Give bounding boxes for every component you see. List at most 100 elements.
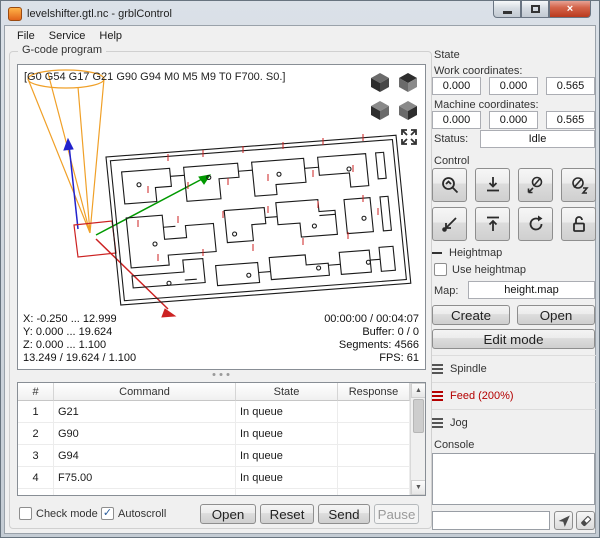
view-left-button[interactable] xyxy=(396,98,420,122)
dimensions: 13.249 / 19.624 / 1.100 xyxy=(23,352,136,365)
view-top-button[interactable] xyxy=(396,70,420,94)
zero-xy-button[interactable] xyxy=(518,168,553,202)
cube-top-icon xyxy=(397,71,419,93)
cell-command: G00 Z1.0000 xyxy=(54,489,236,496)
unlock-button[interactable] xyxy=(561,207,596,241)
zero-z-icon xyxy=(569,175,589,195)
autoscroll-checkbox[interactable]: ✓ xyxy=(101,507,114,520)
plunge-marks xyxy=(138,134,378,261)
view-front-button[interactable] xyxy=(368,98,392,122)
col-header-response[interactable]: Response xyxy=(338,383,410,401)
menu-help[interactable]: Help xyxy=(92,28,129,44)
cell-state: In queue xyxy=(236,467,338,488)
console-clear-button[interactable] xyxy=(576,511,595,530)
close-button[interactable]: × xyxy=(549,1,591,18)
machine-z-field: 0.565 xyxy=(546,111,595,129)
spindle-section-header[interactable]: Spindle xyxy=(432,359,596,379)
hamburger-icon xyxy=(432,391,443,401)
gcode-group-title: G-code program xyxy=(18,44,106,56)
table-row[interactable]: 4 F75.00 In queue xyxy=(18,467,425,489)
gcode-program-group: G-code program xyxy=(9,51,432,529)
reset-icon xyxy=(526,214,546,234)
cell-response xyxy=(338,489,410,496)
edit-mode-button[interactable]: Edit mode xyxy=(432,329,595,349)
fit-view-button[interactable] xyxy=(399,128,419,148)
col-header-num[interactable]: # xyxy=(18,383,54,401)
tool-cone xyxy=(28,70,104,233)
zero-xy-icon xyxy=(526,175,546,195)
cell-response xyxy=(338,423,410,444)
work-coords-label: Work coordinates: xyxy=(434,65,522,77)
visualizer-viewport[interactable]: [G0 G54 G17 G21 G90 G94 M0 M5 M9 T0 F700… xyxy=(17,64,426,370)
table-row[interactable]: 5 G00 Z1.0000 In queue xyxy=(18,489,425,496)
home-button[interactable] xyxy=(432,168,467,202)
heightmap-section-header[interactable]: Heightmap xyxy=(432,243,596,263)
run-stats: 00:00:00 / 00:04:07 Buffer: 0 / 0 Segmen… xyxy=(324,313,419,365)
cell-num: 5 xyxy=(18,489,54,496)
zero-z-button[interactable] xyxy=(561,168,596,202)
segments-stat: Segments: 4566 xyxy=(324,339,419,352)
table-row[interactable]: 1 G21 In queue xyxy=(18,401,425,423)
scroll-up-button[interactable]: ▲ xyxy=(411,383,426,398)
restore-origin-button[interactable] xyxy=(432,207,467,241)
map-file-field: height.map xyxy=(468,281,595,299)
toolpath-maze xyxy=(106,135,411,305)
table-row[interactable]: 2 G90 In queue xyxy=(18,423,425,445)
cell-command: G21 xyxy=(54,401,236,422)
scrollbar-thumb[interactable] xyxy=(413,399,424,433)
menu-service[interactable]: Service xyxy=(42,28,93,44)
cell-command: G90 xyxy=(54,423,236,444)
scroll-down-button[interactable]: ▼ xyxy=(411,480,426,495)
jog-title: Jog xyxy=(450,417,468,429)
col-header-command[interactable]: Command xyxy=(54,383,236,401)
maximize-button[interactable] xyxy=(521,1,549,18)
state-group-title: State xyxy=(434,49,460,61)
z-axis-arrow xyxy=(64,139,78,229)
z-range: Z: 0.000 ... 1.100 xyxy=(23,339,136,352)
maximize-icon xyxy=(531,5,540,13)
check-mode-checkbox[interactable] xyxy=(19,507,32,520)
spindle-title: Spindle xyxy=(450,363,487,375)
map-label: Map: xyxy=(434,285,458,297)
x-range: X: -0.250 ... 12.999 xyxy=(23,313,136,326)
send-button[interactable]: Send xyxy=(318,504,370,524)
console-send-button[interactable] xyxy=(554,511,573,530)
reset-button[interactable]: Reset xyxy=(260,504,314,524)
splitter-handle[interactable] xyxy=(212,373,229,376)
pause-button[interactable]: Pause xyxy=(374,504,419,524)
buffer-stat: Buffer: 0 / 0 xyxy=(324,326,419,339)
client-area: File Service Help G-code program xyxy=(4,25,596,534)
open-file-button[interactable]: Open xyxy=(200,504,256,524)
soft-reset-button[interactable] xyxy=(518,207,553,241)
x-axis-arrow xyxy=(96,239,175,317)
cell-state: In queue xyxy=(236,489,338,496)
cell-command: F75.00 xyxy=(54,467,236,488)
view-isometric-button[interactable] xyxy=(368,70,392,94)
machine-x-field: 0.000 xyxy=(432,111,481,129)
time-stat: 00:00:00 / 00:04:07 xyxy=(324,313,419,326)
cell-command: G94 xyxy=(54,445,236,466)
cell-num: 1 xyxy=(18,401,54,422)
work-x-field: 0.000 xyxy=(432,77,481,95)
col-header-state[interactable]: State xyxy=(236,383,338,401)
use-heightmap-checkbox[interactable] xyxy=(434,263,447,276)
check-mode-label[interactable]: Check mode xyxy=(36,508,98,520)
use-heightmap-label[interactable]: Use heightmap xyxy=(452,264,526,276)
autoscroll-label[interactable]: Autoscroll xyxy=(118,508,166,520)
fps-stat: FPS: 61 xyxy=(324,352,419,365)
hamburger-icon xyxy=(432,418,443,428)
console-input[interactable] xyxy=(432,511,550,530)
heightmap-open-button[interactable]: Open xyxy=(517,305,595,325)
feed-section-header[interactable]: Feed (200%) xyxy=(432,386,596,406)
menu-file[interactable]: File xyxy=(10,28,42,44)
safe-position-button[interactable] xyxy=(475,207,510,241)
work-z-field: 0.565 xyxy=(546,77,595,95)
minimize-button[interactable] xyxy=(493,1,521,18)
heightmap-create-button[interactable]: Create xyxy=(432,305,510,325)
table-row[interactable]: 3 G94 In queue xyxy=(18,445,425,467)
status-label: Status: xyxy=(434,133,468,145)
heightmap-title: Heightmap xyxy=(449,247,502,259)
z-probe-button[interactable] xyxy=(475,168,510,202)
jog-section-header[interactable]: Jog xyxy=(432,413,596,433)
table-scrollbar[interactable]: ▲ ▼ xyxy=(410,383,425,495)
